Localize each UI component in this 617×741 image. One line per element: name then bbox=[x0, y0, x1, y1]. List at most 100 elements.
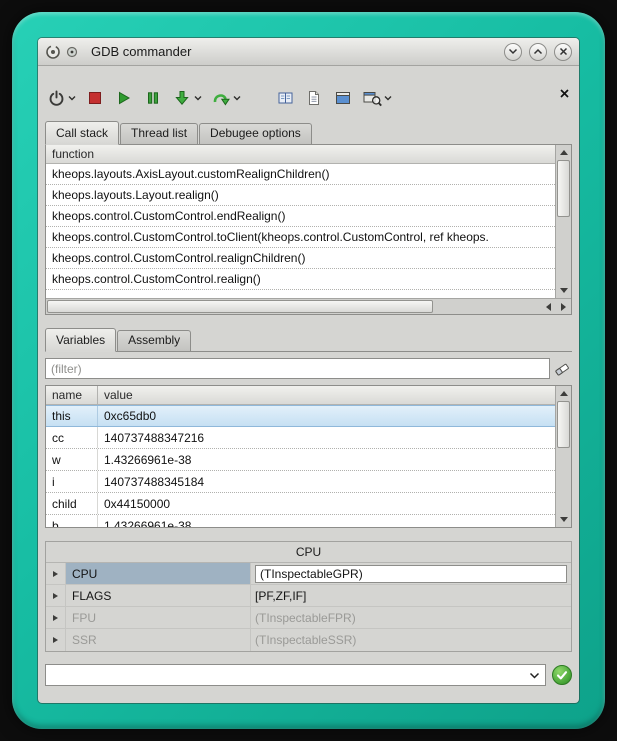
tab-variables[interactable]: Variables bbox=[45, 328, 116, 352]
run-button[interactable] bbox=[113, 86, 135, 110]
window-icon bbox=[335, 90, 351, 106]
step-over-dropdown-icon[interactable] bbox=[232, 95, 242, 101]
hscroll-thumb[interactable] bbox=[47, 300, 433, 313]
variable-row-selected[interactable]: this 0xc65db0 bbox=[46, 405, 555, 427]
watch-window-dropdown-icon[interactable] bbox=[383, 95, 393, 101]
close-button[interactable] bbox=[554, 43, 572, 61]
cpu-panel-title: CPU bbox=[46, 542, 571, 563]
step-into-dropdown-icon[interactable] bbox=[193, 95, 203, 101]
variables-panel: name value this 0xc65db0 cc 140737488347… bbox=[45, 385, 572, 528]
chevron-up-icon bbox=[533, 48, 543, 55]
titlebar[interactable]: GDB commander bbox=[38, 38, 579, 66]
scroll-up-icon[interactable] bbox=[556, 386, 571, 401]
tab-thread-list[interactable]: Thread list bbox=[120, 123, 198, 144]
vscroll-thumb[interactable] bbox=[557, 160, 570, 217]
window-button[interactable] bbox=[332, 86, 354, 110]
power-button[interactable] bbox=[45, 86, 67, 110]
step-into-icon bbox=[174, 90, 190, 106]
variables-header: name value bbox=[46, 386, 555, 405]
screenshot-root: GDB commander bbox=[0, 0, 617, 741]
expand-icon[interactable] bbox=[46, 585, 66, 606]
cpu-row-name: SSR bbox=[66, 629, 251, 651]
scroll-up-icon[interactable] bbox=[556, 145, 571, 160]
expand-icon[interactable] bbox=[46, 563, 66, 584]
tab-call-stack[interactable]: Call stack bbox=[45, 121, 119, 145]
scroll-right-icon[interactable] bbox=[556, 299, 571, 314]
app-icon bbox=[45, 44, 61, 60]
cpu-row-gpr[interactable]: CPU bbox=[46, 563, 571, 585]
eraser-icon bbox=[553, 361, 571, 377]
call-stack-row[interactable]: kheops.control.CustomControl.realign() bbox=[46, 269, 555, 290]
pause-button[interactable] bbox=[142, 86, 164, 110]
variable-row[interactable]: w 1.43266961e-38 bbox=[46, 449, 555, 471]
expand-icon[interactable] bbox=[46, 629, 66, 651]
stop-button[interactable] bbox=[84, 86, 106, 110]
cpu-row-name: FLAGS bbox=[66, 585, 251, 606]
variable-row[interactable]: i 140737488345184 bbox=[46, 471, 555, 493]
scroll-left-icon[interactable] bbox=[541, 299, 556, 314]
cpu-row-fpu[interactable]: FPU (TInspectableFPR) bbox=[46, 607, 571, 629]
cpu-row-name: FPU bbox=[66, 607, 251, 628]
cpu-row-ssr[interactable]: SSR (TInspectableSSR) bbox=[46, 629, 571, 651]
stop-icon bbox=[88, 91, 102, 105]
call-stack-row[interactable]: kheops.control.CustomControl.toClient(kh… bbox=[46, 227, 555, 248]
variables-filter-input[interactable] bbox=[45, 358, 550, 379]
function-column-label: function bbox=[52, 147, 94, 161]
cpu-row-value: [PF,ZF,IF] bbox=[251, 585, 571, 606]
command-input[interactable] bbox=[45, 664, 546, 686]
cpu-row-name: CPU bbox=[66, 563, 251, 584]
call-stack-row[interactable]: kheops.control.CustomControl.endRealign(… bbox=[46, 206, 555, 227]
combo-dropdown-icon[interactable] bbox=[529, 664, 540, 686]
scroll-down-icon[interactable] bbox=[556, 512, 571, 527]
tab-assembly[interactable]: Assembly bbox=[117, 330, 191, 351]
window-title: GDB commander bbox=[91, 44, 191, 59]
power-dropdown-icon[interactable] bbox=[67, 95, 77, 101]
check-icon bbox=[556, 670, 568, 681]
call-stack-column-header: function bbox=[46, 145, 555, 164]
chevron-down-icon bbox=[508, 48, 518, 55]
filter-row bbox=[45, 358, 572, 379]
pause-icon bbox=[146, 91, 160, 105]
watch-window-button[interactable] bbox=[361, 86, 383, 110]
document-icon bbox=[306, 90, 322, 106]
cpu-value-input[interactable] bbox=[255, 565, 567, 583]
cpu-row-value: (TInspectableFPR) bbox=[251, 607, 571, 628]
call-stack-row[interactable]: kheops.layouts.Layout.realign() bbox=[46, 185, 555, 206]
clear-filter-button[interactable] bbox=[552, 361, 572, 377]
top-tabs: Call stack Thread list Debugee options bbox=[45, 121, 572, 145]
open-book-icon bbox=[277, 90, 294, 106]
cpu-row-value: (TInspectableSSR) bbox=[251, 629, 571, 651]
unshade-button[interactable] bbox=[529, 43, 547, 61]
run-icon bbox=[117, 91, 131, 105]
call-stack-panel: function kheops.layouts.AxisLayout.custo… bbox=[45, 145, 572, 315]
call-stack-hscrollbar[interactable] bbox=[46, 298, 571, 314]
call-stack-vscrollbar[interactable] bbox=[555, 145, 571, 298]
call-stack-list: function kheops.layouts.AxisLayout.custo… bbox=[46, 145, 555, 298]
cpu-row-flags[interactable]: FLAGS [PF,ZF,IF] bbox=[46, 585, 571, 607]
step-over-icon bbox=[212, 90, 230, 106]
variable-row[interactable]: b 1.43266961e-38 bbox=[46, 515, 555, 527]
tab-debugee-options[interactable]: Debugee options bbox=[199, 123, 312, 144]
vscroll-thumb[interactable] bbox=[557, 401, 570, 448]
debug-toolbar bbox=[45, 84, 572, 112]
panel-close-icon[interactable] bbox=[558, 87, 570, 99]
expand-icon[interactable] bbox=[46, 607, 66, 628]
shade-button[interactable] bbox=[504, 43, 522, 61]
document-button[interactable] bbox=[303, 86, 325, 110]
middle-tabs: Variables Assembly bbox=[45, 328, 572, 352]
command-row bbox=[45, 664, 572, 686]
open-book-button[interactable] bbox=[274, 86, 296, 110]
power-icon bbox=[48, 90, 65, 107]
step-into-button[interactable] bbox=[171, 86, 193, 110]
step-over-button[interactable] bbox=[210, 86, 232, 110]
variable-row[interactable]: cc 140737488347216 bbox=[46, 427, 555, 449]
ok-button[interactable] bbox=[552, 665, 572, 685]
variables-vscrollbar[interactable] bbox=[555, 386, 571, 527]
cpu-inspector: CPU CPU FLAGS [PF,ZF,IF] FPU (TInspectab… bbox=[45, 541, 572, 652]
dock-content: Call stack Thread list Debugee options f… bbox=[38, 84, 579, 703]
variable-row[interactable]: child 0x44150000 bbox=[46, 493, 555, 515]
command-combobox[interactable] bbox=[45, 664, 546, 686]
call-stack-row[interactable]: kheops.layouts.AxisLayout.customRealignC… bbox=[46, 164, 555, 185]
scroll-down-icon[interactable] bbox=[556, 283, 571, 298]
call-stack-row[interactable]: kheops.control.CustomControl.realignChil… bbox=[46, 248, 555, 269]
